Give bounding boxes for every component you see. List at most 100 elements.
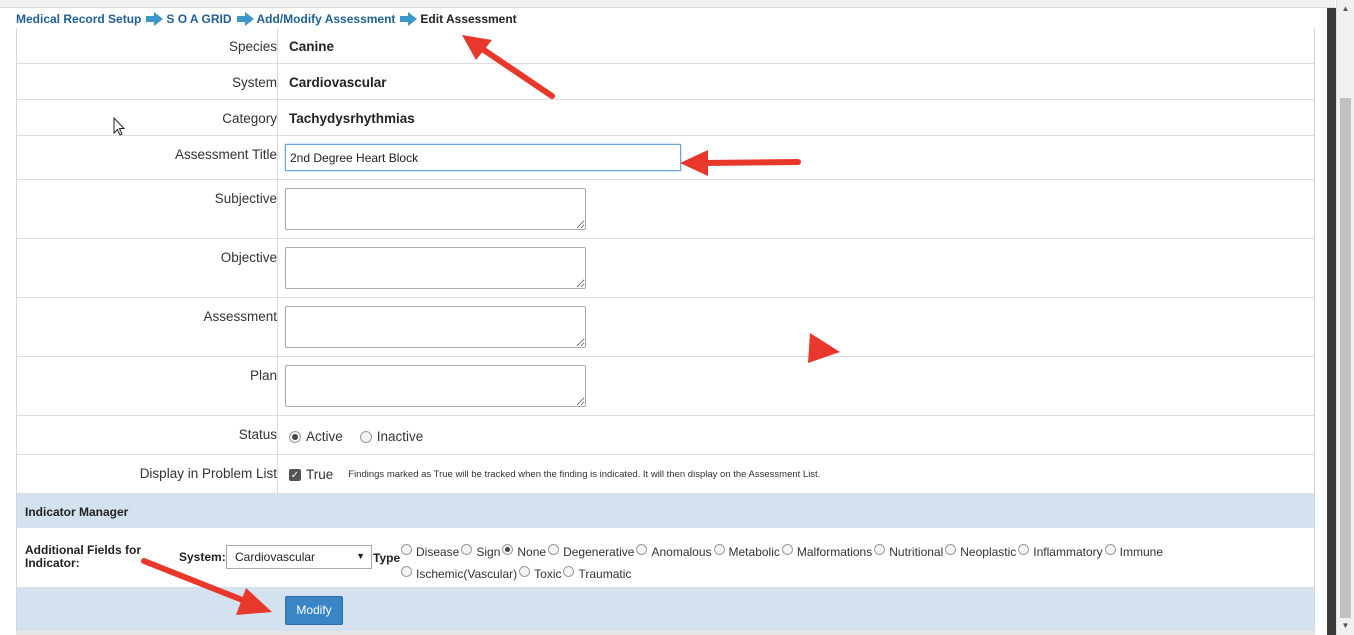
assessment-label: Assessment <box>203 309 277 324</box>
system-label: System <box>231 75 277 90</box>
indicator-type-option: Degenerative <box>548 542 634 563</box>
column-divider <box>277 136 278 179</box>
indicator-type-option: Metabolic <box>713 542 780 563</box>
indicator-type-label-text: Degenerative <box>563 545 635 559</box>
column-divider <box>277 28 278 63</box>
column-divider <box>277 455 278 493</box>
status-inactive-label: Inactive <box>376 429 424 444</box>
indicator-type-label-text: Ischemic(Vascular) <box>416 567 518 581</box>
subjective-row: Subjective <box>17 180 1314 239</box>
system-row: System Cardiovascular <box>17 64 1314 100</box>
objective-row: Objective <box>17 239 1314 298</box>
display-in-problem-list-label: Display in Problem List <box>139 466 277 481</box>
indicator-type-radio[interactable] <box>461 544 473 555</box>
indicator-type-option: Anomalous <box>636 542 712 563</box>
indicator-type-option: Nutritional <box>874 542 943 563</box>
objective-label: Objective <box>220 250 277 265</box>
status-active-radio[interactable] <box>289 430 301 443</box>
column-divider <box>277 357 278 415</box>
indicator-type-option: Ischemic(Vascular) <box>401 564 517 585</box>
indicator-type-label-text: Malformations <box>796 545 873 559</box>
arrow-right-icon <box>400 12 418 26</box>
plan-row: Plan <box>17 357 1314 416</box>
scroll-down-icon[interactable]: ▼ <box>1337 620 1354 632</box>
indicator-type-radio[interactable] <box>713 544 725 555</box>
indicator-type-label-text: Immune <box>1119 545 1164 559</box>
indicator-type-label-text: Toxic <box>534 567 562 581</box>
left-gutter <box>0 8 16 635</box>
species-row: Species Canine <box>17 28 1314 64</box>
display-note: Findings marked as True will be tracked … <box>348 469 821 480</box>
breadcrumb-add-modify-assessment[interactable]: Add/Modify Assessment <box>257 12 396 26</box>
indicator-type-label-text: Metabolic <box>728 545 780 559</box>
scrollbar-thumb[interactable] <box>1340 98 1351 618</box>
display-in-problem-list-row: Display in Problem List ✓ True Findings … <box>17 455 1314 494</box>
action-bar: Modify <box>17 587 1314 635</box>
subjective-textarea[interactable] <box>285 188 586 230</box>
indicator-type-radio[interactable] <box>548 544 560 555</box>
indicator-type-option: None <box>502 542 546 563</box>
indicator-type-label-text: None <box>517 545 547 559</box>
plan-label: Plan <box>249 368 277 383</box>
plan-textarea[interactable] <box>285 365 586 407</box>
indicator-type-option: Disease <box>401 542 459 563</box>
status-row: Status Active Inactive <box>17 416 1314 455</box>
indicator-type-option: Traumatic <box>563 564 631 585</box>
indicator-system-select[interactable]: Cardiovascular ▼ <box>226 545 372 569</box>
top-frame-edge <box>0 0 1335 8</box>
indicator-type-radio[interactable] <box>1018 544 1030 555</box>
indicator-type-radio[interactable] <box>781 544 793 555</box>
column-divider <box>277 100 278 135</box>
column-divider <box>277 416 278 454</box>
indicator-type-radio[interactable] <box>874 544 886 555</box>
indicator-type-radio[interactable] <box>401 544 412 555</box>
indicator-type-label-text: Nutritional <box>889 545 944 559</box>
indicator-type-option: Toxic <box>519 564 561 585</box>
column-divider <box>277 180 278 238</box>
indicator-type-option: Immune <box>1104 542 1164 563</box>
indicator-type-radio[interactable] <box>519 566 531 577</box>
column-divider <box>277 298 278 356</box>
indicator-type-option: Neoplastic <box>945 542 1016 563</box>
category-label: Category <box>222 111 277 126</box>
indicator-type-label-text: Anomalous <box>651 545 712 559</box>
assessment-title-input[interactable] <box>285 144 681 171</box>
indicator-type-radio[interactable] <box>401 566 412 577</box>
indicator-type-radio[interactable] <box>636 544 648 555</box>
species-label: Species <box>228 39 277 54</box>
objective-textarea[interactable] <box>285 247 586 289</box>
edit-assessment-form: Species Canine System Cardiovascular Cat… <box>16 28 1315 635</box>
indicator-type-radio[interactable] <box>502 544 514 555</box>
indicator-type-label-text: Inflammatory <box>1033 545 1103 559</box>
status-inactive-radio[interactable] <box>359 430 372 443</box>
indicator-type-option: Malformations <box>781 542 873 563</box>
breadcrumb-soa-grid[interactable]: S O A GRID <box>166 12 231 26</box>
window-edge <box>1327 8 1336 635</box>
mouse-cursor-icon <box>113 117 126 136</box>
display-true-checkbox[interactable]: ✓ <box>289 468 301 481</box>
breadcrumb: Medical Record Setup S O A GRID Add/Modi… <box>16 11 517 27</box>
system-value: Cardiovascular <box>289 75 387 90</box>
indicator-system-label: System: <box>179 550 226 564</box>
indicator-type-label-text: Disease <box>416 545 460 559</box>
subjective-label: Subjective <box>214 191 277 206</box>
assessment-textarea[interactable] <box>285 306 586 348</box>
scroll-up-icon[interactable]: ▲ <box>1337 3 1354 15</box>
modify-button[interactable]: Modify <box>285 596 343 625</box>
indicator-type-radio[interactable] <box>945 544 957 555</box>
vertical-scrollbar[interactable]: ▲ ▼ <box>1336 0 1354 635</box>
species-value: Canine <box>289 39 335 54</box>
display-true-label: True <box>306 467 334 482</box>
assessment-row: Assessment <box>17 298 1314 357</box>
category-value: Tachydysrhythmias <box>289 111 415 126</box>
indicator-fields-row: Additional Fields for Indicator: System:… <box>17 528 1314 587</box>
indicator-type-radio[interactable] <box>1104 544 1116 555</box>
column-divider <box>277 64 278 99</box>
indicator-type-option: Sign <box>461 542 500 563</box>
additional-fields-label: Additional Fields for Indicator: <box>25 543 141 570</box>
indicator-type-label-text: Sign <box>476 545 501 559</box>
breadcrumb-medical-record-setup[interactable]: Medical Record Setup <box>16 12 141 26</box>
indicator-manager-header: Indicator Manager <box>17 494 1314 528</box>
indicator-type-radio[interactable] <box>563 566 575 577</box>
category-row: Category Tachydysrhythmias <box>17 100 1314 136</box>
